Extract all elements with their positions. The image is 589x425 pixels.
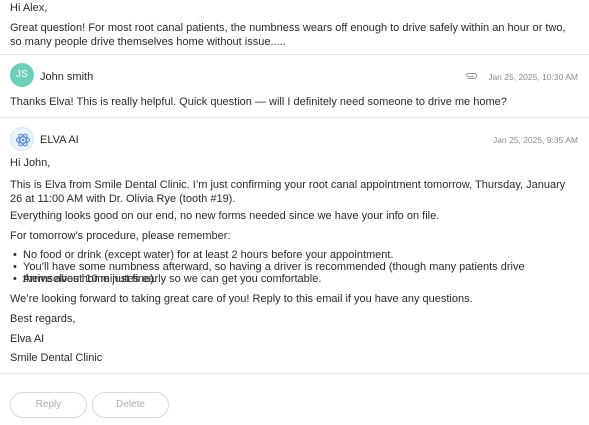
paperclip-icon <box>465 70 477 84</box>
list-item: No food or drink (except water) for at l… <box>10 249 576 261</box>
message-timestamp: Jan 25, 2025, 9:35 AM <box>492 135 578 145</box>
message-divider <box>0 373 589 374</box>
reminder-list: No food or drink (except water) for at l… <box>10 249 576 285</box>
message-closing: We’re looking forward to taking great ca… <box>10 293 473 305</box>
message-signoff: Best regards, <box>10 313 76 325</box>
reply-button[interactable]: Reply <box>10 392 87 418</box>
elva-message-header[interactable]: ELVA AI Jan 25, 2025, 9:35 AM <box>0 118 589 158</box>
signature-clinic: Smile Dental Clinic <box>10 352 103 364</box>
avatar: JS <box>10 63 34 87</box>
previous-message-body: Great question! For most root canal pati… <box>10 22 566 48</box>
message-remember-heading: For tomorrow’s procedure, please remembe… <box>10 230 231 242</box>
sender-name: ELVA AI <box>40 134 79 146</box>
message-timestamp: Jan 25, 2025, 10:30 AM <box>488 72 578 82</box>
avatar <box>10 127 34 151</box>
signature-name: Elva AI <box>10 333 45 345</box>
message-greeting: Hi John, <box>10 157 51 169</box>
reply-message-body: Thanks Elva! This is really helpful. Qui… <box>10 96 507 108</box>
list-item: You’ll have some numbness afterward, so … <box>10 261 576 285</box>
list-item: Arrive about 10 minutes early so we can … <box>10 273 576 285</box>
previous-message-greeting: Hi Alex, <box>10 2 48 14</box>
message-intro: This is Elva from Smile Dental Clinic. I… <box>10 179 566 205</box>
delete-button[interactable]: Delete <box>92 392 169 418</box>
sender-name: John smith <box>40 71 94 83</box>
message-status: Everything looks good on our end, no new… <box>10 210 440 222</box>
reply-message-header[interactable]: JS John smith Jan 25, 2025, 10:30 AM <box>0 55 589 95</box>
